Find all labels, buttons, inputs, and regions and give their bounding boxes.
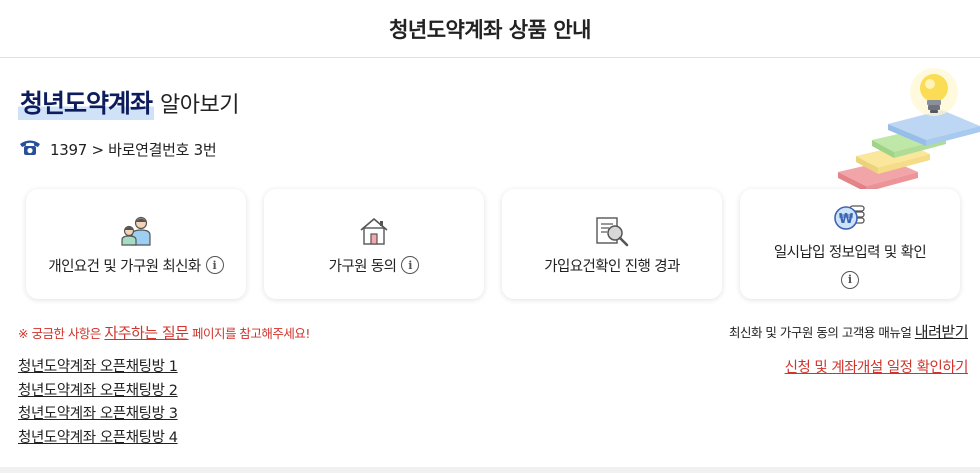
contact-number: 1397 > 바로연결번호 3번 <box>50 140 217 159</box>
list-item: 청년도약계좌 오픈채팅방 2 <box>18 379 178 403</box>
info-icon[interactable]: i <box>401 256 420 274</box>
card-lump-sum-payment[interactable]: ₩ 일시납입 정보입력 및 확인 i <box>740 189 960 299</box>
page-header: 청년도약계좌 상품 안내 <box>0 0 980 58</box>
open-chat-link-2[interactable]: 청년도약계좌 오픈채팅방 2 <box>18 383 178 399</box>
card-label: 가입요건확인 진행 경과 <box>544 258 680 275</box>
list-item: 청년도약계좌 오픈채팅방 1 <box>18 355 178 379</box>
card-eligibility-progress[interactable]: 가입요건확인 진행 경과 <box>502 189 722 299</box>
hero-title-strong: 청년도약계좌 <box>18 84 155 120</box>
card-label: 가구원 동의 <box>328 258 397 275</box>
house-icon <box>358 213 390 249</box>
card-member-update[interactable]: 개인요건 및 가구원 최신화 i <box>26 189 246 299</box>
phone-icon <box>18 138 42 160</box>
hero-title: 청년도약계좌 알아보기 <box>18 84 239 120</box>
manual-text: 최신화 및 가구원 동의 고객용 매뉴얼 <box>728 325 915 340</box>
list-item: 청년도약계좌 오픈채팅방 4 <box>18 426 178 450</box>
card-label: 일시납입 정보입력 및 확인 <box>773 245 927 262</box>
hero-title-light: 알아보기 <box>160 93 239 118</box>
contact-row: 1397 > 바로연결번호 3번 <box>18 138 217 160</box>
faq-link[interactable]: 자주하는 질문 <box>104 324 189 342</box>
open-chat-list: 청년도약계좌 오픈채팅방 1 청년도약계좌 오픈채팅방 2 청년도약계좌 오픈채… <box>18 355 178 449</box>
won-coin-icon: ₩ <box>833 199 867 235</box>
info-icon[interactable]: i <box>205 256 224 274</box>
notice-suffix: 페이지를 참고해주세요! <box>188 326 311 341</box>
card-member-consent[interactable]: 가구원 동의 i <box>264 189 484 299</box>
svg-text:₩: ₩ <box>839 212 854 227</box>
manual-download-link[interactable]: 내려받기 <box>915 323 969 341</box>
card-label: 개인요건 및 가구원 최신화 <box>48 258 201 275</box>
open-chat-link-3[interactable]: 청년도약계좌 오픈채팅방 3 <box>18 406 178 422</box>
open-chat-link-4[interactable]: 청년도약계좌 오픈채팅방 4 <box>18 430 178 446</box>
notice-prefix: ※ 궁금한 사항은 <box>18 326 105 341</box>
lightbulb-stairs-illustration <box>830 64 980 192</box>
action-cards: 개인요건 및 가구원 최신화 i 가구원 동의 i 가입요건확인 진행 경과 ₩… <box>26 189 960 299</box>
bottom-divider <box>0 467 980 473</box>
list-item: 청년도약계좌 오픈채팅방 3 <box>18 402 178 426</box>
document-search-icon <box>594 213 630 249</box>
family-icon <box>119 213 153 249</box>
faq-notice: ※ 궁금한 사항은 자주하는 질문 페이지를 참고해주세요! <box>18 322 310 343</box>
manual-download: 최신화 및 가구원 동의 고객용 매뉴얼 내려받기 <box>728 321 969 342</box>
info-icon[interactable]: i <box>841 270 859 289</box>
page-title: 청년도약계좌 상품 안내 <box>389 17 591 42</box>
open-chat-link-1[interactable]: 청년도약계좌 오픈채팅방 1 <box>18 359 178 375</box>
schedule-link[interactable]: 신청 및 계좌개설 일정 확인하기 <box>785 356 969 377</box>
